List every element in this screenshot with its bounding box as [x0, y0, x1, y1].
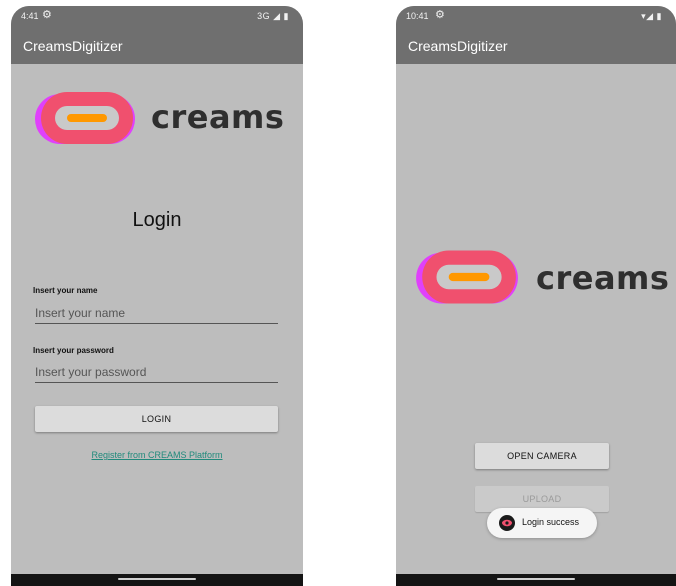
- name-input[interactable]: [35, 303, 278, 324]
- creams-logo-icon: [416, 250, 518, 304]
- password-label: Insert your password: [33, 346, 114, 355]
- navigation-bar: [396, 574, 676, 586]
- login-button[interactable]: LOGIN: [35, 406, 278, 432]
- status-bar: 4:41 ⚙ 3G ◢ ▮: [11, 6, 303, 26]
- home-handle[interactable]: [118, 578, 196, 580]
- app-title: CreamsDigitizer: [23, 38, 123, 54]
- logo-wordmark: creams: [151, 98, 285, 136]
- toast-message: Login success: [487, 508, 597, 538]
- name-label: Insert your name: [33, 286, 98, 295]
- home-screen: 10:41 ⚙ ▾◢ ▮ CreamsDigitizer creams OPEN…: [396, 6, 676, 586]
- status-bar: 10:41 ⚙ ▾◢ ▮: [396, 6, 676, 26]
- navigation-bar: [11, 574, 303, 586]
- app-title: CreamsDigitizer: [408, 38, 508, 54]
- gear-icon: ⚙: [42, 9, 52, 21]
- register-link[interactable]: Register from CREAMS Platform: [11, 450, 303, 460]
- home-handle[interactable]: [497, 578, 575, 580]
- login-heading: Login: [132, 209, 182, 231]
- toast-text: Login success: [522, 517, 580, 527]
- status-time: 4:41: [21, 11, 39, 21]
- app-bar: CreamsDigitizer: [11, 26, 303, 64]
- app-eye-icon: [499, 515, 515, 531]
- logo-wordmark: creams: [536, 259, 670, 297]
- status-time: 10:41: [406, 11, 429, 21]
- creams-logo-icon: [35, 92, 135, 144]
- status-indicators: ▾◢ ▮: [641, 11, 662, 21]
- gear-icon: ⚙: [435, 9, 445, 21]
- open-camera-button[interactable]: OPEN CAMERA: [475, 443, 609, 469]
- login-screen: 4:41 ⚙ 3G ◢ ▮ CreamsDigitizer creams Log…: [11, 6, 303, 586]
- app-bar: CreamsDigitizer: [396, 26, 676, 64]
- status-indicators: 3G ◢ ▮: [257, 11, 289, 21]
- password-input[interactable]: [35, 362, 278, 383]
